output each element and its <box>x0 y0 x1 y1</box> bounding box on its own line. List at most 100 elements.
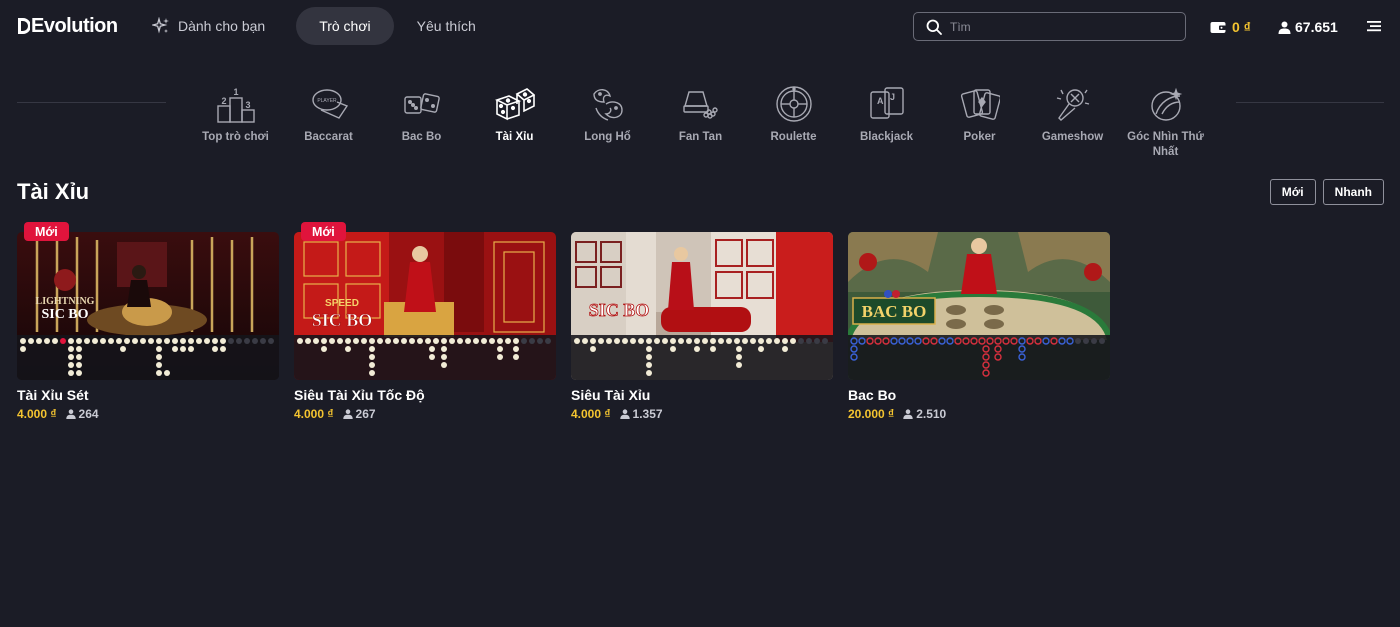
new-badge: Mới <box>301 222 346 241</box>
category-label: Long Hổ <box>584 131 631 143</box>
top-bar: Evolution Dành cho bạn Trò chơi Yêu thíc… <box>0 0 1400 54</box>
category-label: Tài Xỉu <box>495 131 534 143</box>
game-list: Mới LIGHTNING SIC BO Tài Xỉu Sét 4.000 ₫… <box>17 222 1110 421</box>
category-bar: 1 2 3 Top trò chơi PLAYER Baccarat Bac B… <box>189 82 1212 160</box>
svg-text:2: 2 <box>221 96 226 106</box>
sparkle-icon <box>152 17 169 34</box>
logo-text: Evolution <box>31 14 118 37</box>
results-roadmap <box>848 335 1110 380</box>
category-label: Roulette <box>770 131 817 143</box>
svg-text:SPEED: SPEED <box>325 298 359 309</box>
nav-games[interactable]: Trò chơi <box>296 7 394 45</box>
category-label: Poker <box>963 131 996 143</box>
roadmap-dots-image <box>297 338 551 376</box>
min-bet: 4.000 ₫ <box>294 407 334 421</box>
game-title: Tài Xỉu Sét <box>17 387 89 403</box>
svg-text:SIC BO: SIC BO <box>41 307 88 322</box>
min-bet: 4.000 ₫ <box>17 407 57 421</box>
results-roadmap <box>17 335 279 380</box>
game-title: Bac Bo <box>848 387 897 403</box>
wallet-balance[interactable]: 0 ₫ <box>1210 17 1251 37</box>
player-count: 267 <box>355 407 376 421</box>
evolution-logo[interactable]: Evolution <box>17 14 118 38</box>
category-blackjack[interactable]: A J Blackjack <box>840 82 933 160</box>
svg-text:PLAYER: PLAYER <box>317 98 337 104</box>
svg-text:BAC BO: BAC BO <box>862 302 927 321</box>
online-count: 67.651 <box>1295 19 1338 35</box>
category-tai-xiu[interactable]: Tài Xỉu <box>468 82 561 160</box>
game-title: Siêu Tài Xỉu Tốc Độ <box>294 387 425 403</box>
wallet-amount: 0 ₫ <box>1232 19 1251 35</box>
dice-pair-icon <box>403 93 440 114</box>
game-card-sieu-tai-xiu-toc-do[interactable]: Mới SPEED SIC BO Siêu Tài Xỉu Tốc Độ 4.0… <box>294 222 556 421</box>
category-label: Fan Tan <box>678 131 723 143</box>
user-icon <box>619 409 630 419</box>
category-top-games[interactable]: 1 2 3 Top trò chơi <box>189 82 282 160</box>
search-box[interactable] <box>913 12 1186 41</box>
category-first-person[interactable]: Góc Nhìn Thứ Nhất <box>1119 82 1212 160</box>
user-icon <box>903 409 913 419</box>
user-icon <box>342 409 353 419</box>
game-card-bac-bo[interactable]: BAC BO Bac Bo 20.000 ₫ 2.510 <box>848 222 1110 421</box>
dice-icon <box>494 88 535 121</box>
logo-mark-icon <box>18 18 30 34</box>
dragon-tiger-icon <box>592 89 623 121</box>
podium-icon: 1 2 3 <box>216 87 255 123</box>
game-card-tai-xiu-set[interactable]: Mới LIGHTNING SIC BO Tài Xỉu Sét 4.000 ₫… <box>17 222 279 421</box>
game-thumbnail[interactable]: SPEED SIC BO <box>294 232 556 380</box>
category-label: Góc Nhìn Thứ Nhất <box>1127 131 1204 158</box>
svg-text:1: 1 <box>233 87 238 97</box>
game-meta: 4.000 ₫ 1.357 <box>571 407 833 421</box>
player-count: 2.510 <box>916 407 947 421</box>
fan-tan-icon <box>682 91 718 119</box>
min-bet: 20.000 ₫ <box>848 407 895 421</box>
category-label: Baccarat <box>304 131 353 143</box>
online-players: 67.651 <box>1278 17 1338 37</box>
filter-group: Mới Nhanh <box>1269 179 1384 205</box>
category-fan-tan[interactable]: Fan Tan <box>654 82 747 160</box>
blackjack-icon: A J <box>869 87 904 119</box>
category-baccarat[interactable]: PLAYER Baccarat <box>282 82 375 160</box>
game-thumbnail[interactable]: SIC BO <box>571 232 833 380</box>
poker-icon <box>960 89 1000 120</box>
min-bet: 4.000 ₫ <box>571 407 611 421</box>
category-label: Bac Bo <box>401 131 442 143</box>
nav-favorites-label: Yêu thích <box>416 18 476 34</box>
game-card-sieu-tai-xiu[interactable]: SIC BO Siêu Tài Xỉu 4.000 ₫ 1.357 <box>571 222 833 421</box>
category-bac-bo[interactable]: Bac Bo <box>375 82 468 160</box>
search-icon <box>926 19 942 35</box>
game-thumbnail[interactable]: LIGHTNING SIC BO <box>17 232 279 380</box>
first-person-icon <box>1150 87 1182 121</box>
svg-text:3: 3 <box>245 100 250 110</box>
search-input[interactable] <box>950 19 1170 34</box>
category-label: Gameshow <box>1041 131 1104 143</box>
roadmap-dots-image <box>850 337 1105 377</box>
svg-text:SIC BO: SIC BO <box>312 310 373 330</box>
thumb-title-text: LIGHTNING <box>36 296 95 307</box>
baccarat-icon: PLAYER <box>311 89 348 119</box>
nav-favorites[interactable]: Yêu thích <box>394 7 499 45</box>
filter-new-button[interactable]: Mới <box>1269 179 1316 205</box>
nav-for-you[interactable]: Dành cho bạn <box>148 7 296 45</box>
hamburger-menu-icon[interactable] <box>1367 19 1381 33</box>
category-roulette[interactable]: Roulette <box>747 82 840 160</box>
player-count: 1.357 <box>632 407 663 421</box>
wallet-icon <box>1210 22 1226 33</box>
game-meta: 4.000 ₫ 267 <box>294 407 556 421</box>
filter-fast-button[interactable]: Nhanh <box>1322 179 1384 205</box>
game-title: Siêu Tài Xỉu <box>571 387 651 403</box>
svg-text:SIC BO: SIC BO <box>589 300 650 320</box>
game-meta: 4.000 ₫ 264 <box>17 407 279 421</box>
roadmap-dots-image <box>574 338 828 376</box>
results-roadmap <box>571 335 833 380</box>
category-poker[interactable]: Poker <box>933 82 1026 160</box>
player-count: 264 <box>78 407 99 421</box>
category-long-ho[interactable]: Long Hổ <box>561 82 654 160</box>
svg-text:J: J <box>890 92 895 102</box>
game-thumbnail[interactable]: BAC BO <box>848 232 1110 380</box>
svg-text:A: A <box>877 96 884 106</box>
roadmap-dots-image <box>20 338 274 376</box>
category-gameshow[interactable]: Gameshow <box>1026 82 1119 160</box>
user-icon <box>1278 21 1291 34</box>
nav-for-you-label: Dành cho bạn <box>178 18 266 34</box>
